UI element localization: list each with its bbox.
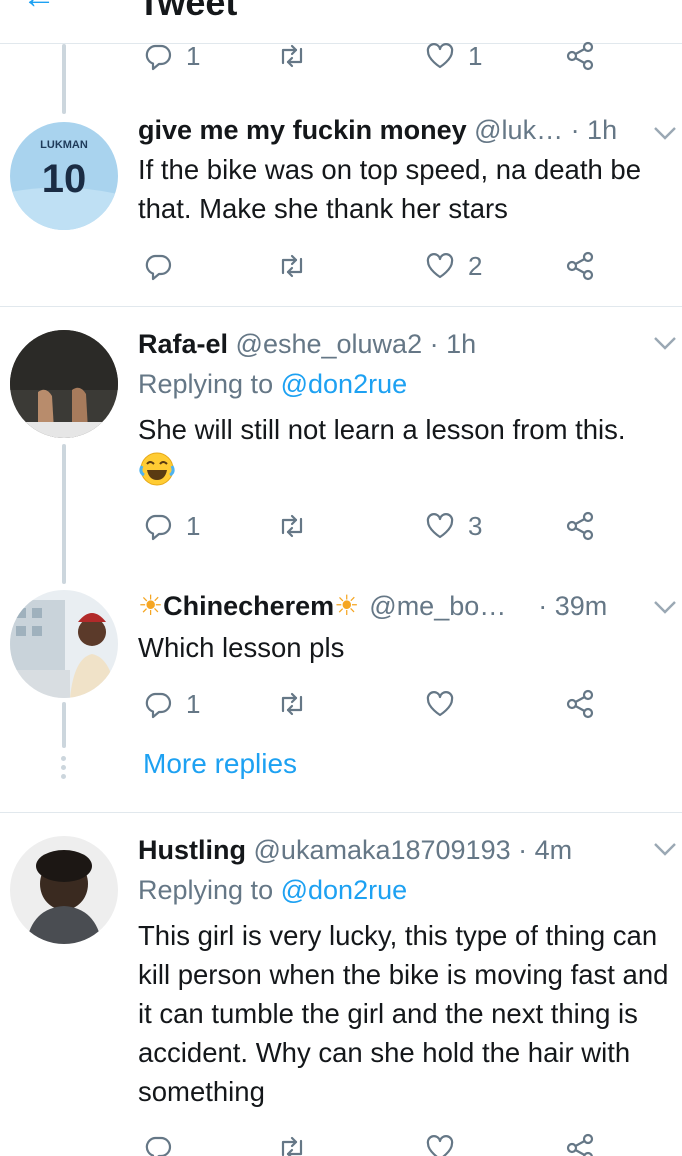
tweet-header: Rafa-el @eshe_oluwa2 · 1h — [138, 326, 476, 362]
chevron-down-icon[interactable] — [652, 840, 678, 858]
avatar-rafa-el[interactable] — [10, 330, 118, 438]
display-name[interactable]: Chinecherem — [163, 588, 334, 624]
sun-emoji: ☀ — [138, 590, 164, 621]
thread-line — [62, 702, 66, 748]
tweet-text: Which lesson pls — [138, 632, 345, 663]
reply-icon — [145, 254, 172, 281]
action-row — [142, 1130, 612, 1156]
action-row: 2 — [142, 248, 612, 284]
retweet-button[interactable] — [276, 508, 308, 544]
tweet-header: Hustling @ukamaka18709193 · 4m — [138, 832, 572, 868]
reply-icon — [145, 514, 172, 541]
back-arrow-icon[interactable]: ← — [22, 0, 56, 17]
action-row-top: 1 1 — [142, 38, 612, 74]
retweet-icon — [281, 254, 303, 278]
retweet-button[interactable] — [276, 248, 308, 284]
tweet-header: give me my fuckin money @luk… · 1h — [138, 112, 617, 148]
display-name[interactable]: Rafa-el — [138, 329, 228, 359]
reply-icon — [145, 1136, 172, 1156]
action-row: 1 — [142, 686, 612, 722]
share-icon — [566, 1133, 594, 1156]
tweet-text: This girl is very lucky, this type of th… — [138, 920, 669, 1107]
svg-text:LUKMAN: LUKMAN — [40, 139, 88, 151]
reply-button[interactable] — [142, 1130, 174, 1156]
heart-icon — [426, 43, 454, 69]
share-button[interactable] — [564, 508, 596, 544]
tweet-header: ☀ Chinecherem ☀ @me_bo… · 39m — [138, 588, 607, 624]
heart-icon — [426, 691, 454, 717]
heart-icon — [426, 513, 454, 539]
avatar-chinecherem[interactable] — [10, 590, 118, 698]
avatar-lukman[interactable]: LUKMAN 10 — [10, 122, 118, 230]
share-icon — [566, 511, 594, 541]
selfie-avatar-image — [10, 590, 118, 698]
replying-to: Replying to @don2rue — [138, 369, 408, 399]
page-title: Tweet — [138, 0, 238, 23]
retweet-icon — [281, 44, 303, 68]
svg-text:10: 10 — [42, 157, 87, 201]
action-row: 1 3 — [142, 508, 612, 544]
thread-dots — [60, 756, 68, 783]
handle-time: @luk… · 1h — [474, 115, 618, 145]
more-replies-link[interactable]: More replies — [143, 748, 297, 780]
jersey-avatar-image: LUKMAN 10 — [10, 122, 118, 230]
reply-button[interactable]: 1 — [142, 38, 200, 74]
divider — [0, 812, 682, 813]
timestamp: · 39m — [538, 591, 608, 621]
share-button[interactable] — [564, 248, 596, 284]
sun-emoji: ☀ — [334, 590, 360, 621]
child-avatar-image — [10, 836, 118, 944]
chevron-down-icon[interactable] — [652, 334, 678, 352]
feet-avatar-image — [10, 330, 118, 438]
like-button[interactable]: 2 — [424, 248, 482, 284]
chevron-down-icon[interactable] — [652, 598, 678, 616]
share-button[interactable] — [564, 1130, 596, 1156]
reply-icon — [145, 692, 172, 719]
laughing-emoji — [138, 450, 176, 488]
handle: @me_bo… — [369, 591, 507, 621]
replying-to: Replying to @don2rue — [138, 875, 408, 905]
retweet-icon — [281, 514, 303, 538]
display-name[interactable]: give me my fuckin money — [138, 115, 467, 145]
retweet-button[interactable] — [276, 1130, 308, 1156]
tweet-text: If the bike was on top speed, na death b… — [138, 154, 642, 224]
share-icon — [566, 251, 594, 281]
handle-time: @ukamaka18709193 · 4m — [253, 835, 573, 865]
reply-icon — [145, 44, 172, 71]
retweet-button[interactable] — [276, 686, 308, 722]
display-name[interactable]: Hustling — [138, 835, 246, 865]
like-button[interactable]: 3 — [424, 508, 482, 544]
like-button[interactable] — [424, 686, 456, 722]
heart-icon — [426, 1135, 454, 1156]
like-button[interactable] — [424, 1130, 456, 1156]
retweet-button[interactable] — [276, 38, 308, 74]
replying-handle-link[interactable]: @don2rue — [281, 369, 408, 399]
share-button[interactable] — [564, 38, 596, 74]
reply-button[interactable] — [142, 248, 174, 284]
chevron-down-icon[interactable] — [652, 124, 678, 142]
share-icon — [566, 41, 594, 71]
reply-button[interactable]: 1 — [142, 508, 200, 544]
tweet-text: She will still not learn a lesson from t… — [138, 414, 626, 445]
heart-icon — [426, 253, 454, 279]
reply-button[interactable]: 1 — [142, 686, 200, 722]
handle-time: @eshe_oluwa2 · 1h — [235, 329, 477, 359]
thread-line — [62, 444, 66, 584]
avatar-hustling[interactable] — [10, 836, 118, 944]
replying-handle-link[interactable]: @don2rue — [281, 875, 408, 905]
divider — [0, 306, 682, 307]
share-icon — [566, 689, 594, 719]
share-button[interactable] — [564, 686, 596, 722]
retweet-icon — [281, 692, 303, 716]
retweet-icon — [281, 1136, 303, 1156]
like-button[interactable]: 1 — [424, 38, 482, 74]
thread-line — [62, 44, 66, 114]
